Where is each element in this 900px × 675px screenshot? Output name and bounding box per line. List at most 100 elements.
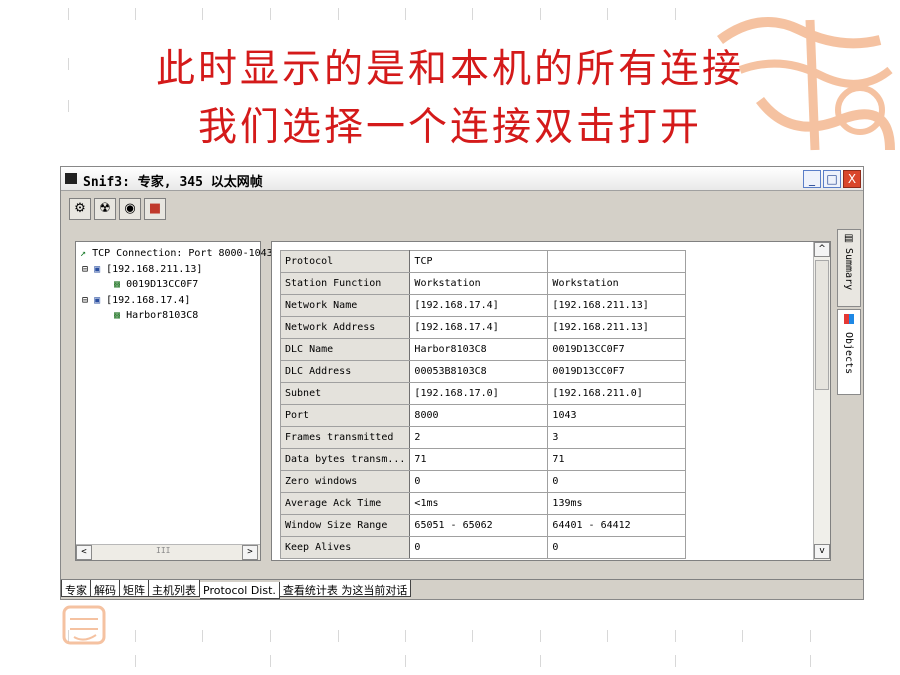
details-value-station-a: <1ms (409, 492, 549, 515)
details-row[interactable]: DLC Address 00053B8103C8 0019D13CC0F7 (279, 360, 687, 383)
app-icon (65, 173, 77, 184)
details-value-station-a: 65051 - 65062 (409, 514, 549, 537)
computer-icon: ▣ (94, 264, 101, 275)
details-value-station-b: Workstation (547, 272, 687, 295)
details-row-label: Average Ack Time (279, 492, 411, 515)
tree-leaf-host-1[interactable]: ▩ 0019D13CC0F7 (114, 279, 198, 290)
details-value-station-b: [192.168.211.13] (547, 294, 687, 317)
tree-root-label: TCP Connection: Port 8000-1043 (92, 248, 273, 259)
tab-statistics[interactable]: 查看统计表 为这当前对话 (279, 580, 412, 597)
details-vertical-scrollbar[interactable]: ^ v (813, 242, 830, 560)
details-value-station-b: 0019D13CC0F7 (547, 360, 687, 383)
details-value-station-b: 64401 - 64412 (547, 514, 687, 537)
minimize-button[interactable]: _ (803, 170, 821, 188)
details-row[interactable]: Network Name [192.168.17.4] [192.168.211.1… (279, 294, 687, 317)
tab-summary[interactable]: ▤ Summary (837, 229, 861, 307)
details-row-label: Zero windows (279, 470, 411, 493)
scroll-right-button[interactable]: > (242, 545, 258, 560)
tab-expert[interactable]: 专家 (61, 580, 91, 597)
details-row-label: Network Name (279, 294, 411, 317)
details-row[interactable]: Subnet [192.168.17.0] [192.168.211.0] (279, 382, 687, 405)
details-row-label: Port (279, 404, 411, 427)
details-row[interactable]: Network Address [192.168.17.4] [192.168.21… (279, 316, 687, 339)
details-row[interactable]: Window Size Range 65051 - 65062 64401 - 64… (279, 514, 687, 537)
details-row[interactable]: Frames transmitted 2 3 (279, 426, 687, 449)
details-row[interactable]: Protocol TCP (279, 250, 687, 273)
details-value-station-a: 0 (409, 470, 549, 493)
connection-icon: ↗ (80, 248, 87, 259)
export-icon[interactable]: ■ (144, 198, 166, 220)
window-titlebar[interactable]: Snif3: 专家, 345 以太网帧 _ □ X (61, 167, 863, 191)
details-value-station-b: [192.168.211.0] (547, 382, 687, 405)
details-row-label: Protocol (279, 250, 411, 273)
details-row[interactable]: Port 8000 1043 (279, 404, 687, 427)
close-button[interactable]: X (843, 170, 861, 188)
decorative-seal-bottom-left (62, 605, 106, 649)
details-row[interactable]: Data bytes transm... 71 71 (279, 448, 687, 471)
details-row[interactable]: DLC Name Harbor8103C8 0019D13CC0F7 (279, 338, 687, 361)
details-value-station-a: 2 (409, 426, 549, 449)
details-row-label: Network Address (279, 316, 411, 339)
scroll-down-button[interactable]: v (814, 544, 830, 559)
toolbar: ⚙ ☢ ◉ ■ (69, 197, 169, 221)
bottom-tabs: 专家 解码 矩阵 主机列表 Protocol Dist. 查看统计表 为这当前对话 (61, 579, 863, 599)
details-row-label: Window Size Range (279, 514, 411, 537)
scroll-thumb-grip[interactable]: III (156, 546, 170, 555)
details-value-station-a: 0 (409, 536, 549, 559)
details-value-station-a: 00053B8103C8 (409, 360, 549, 383)
collapse-icon[interactable]: ⊟ (82, 264, 88, 275)
details-value-station-a: Workstation (409, 272, 549, 295)
details-row[interactable]: Station Function Workstation Workstation (279, 272, 687, 295)
tree-leaf-host-1-label: 0019D13CC0F7 (126, 279, 199, 290)
scroll-thumb[interactable] (815, 260, 829, 390)
tab-objects[interactable]: Objects (837, 309, 861, 395)
side-tabs: ▤ Summary Objects (837, 229, 863, 405)
tree-root[interactable]: ↗ TCP Connection: Port 8000-1043 (80, 248, 273, 259)
details-row[interactable]: Zero windows 0 0 (279, 470, 687, 493)
network-card-icon: ▩ (114, 279, 121, 290)
tab-host-list[interactable]: 主机列表 (149, 580, 200, 597)
expert-icon[interactable]: ⚙ (69, 198, 91, 220)
tab-decode[interactable]: 解码 (91, 580, 120, 597)
details-value-station-b: 71 (547, 448, 687, 471)
filter-icon[interactable]: ☢ (94, 198, 116, 220)
details-value-station-b: 3 (547, 426, 687, 449)
slide-title-line-1: 此时显示的是和本机的所有连接 (155, 47, 744, 92)
details-value-station-a: Harbor8103C8 (409, 338, 549, 361)
details-row[interactable]: Average Ack Time <1ms 139ms (279, 492, 687, 515)
details-row[interactable]: Keep Alives 0 0 (279, 536, 687, 559)
tree-horizontal-scrollbar[interactable]: < III > (76, 544, 260, 560)
tree-node-host-2[interactable]: ⊟ ▣ [192.168.17.4] (82, 295, 190, 306)
capture-icon[interactable]: ◉ (119, 198, 141, 220)
maximize-button[interactable]: □ (823, 170, 841, 188)
tree-node-host-1-label: [192.168.211.13] (106, 264, 203, 275)
connection-details-panel: Protocol TCP Station Function Workstation Wo… (271, 241, 831, 561)
details-row-label: Station Function (279, 272, 411, 295)
tree-node-host-1[interactable]: ⊟ ▣ [192.168.211.13] (82, 264, 202, 275)
network-card-icon: ▩ (114, 310, 121, 321)
window-title: Snif3: 专家, 345 以太网帧 (83, 175, 263, 190)
details-value-station-b: [192.168.211.13] (547, 316, 687, 339)
details-row-label: Frames transmitted (279, 426, 411, 449)
tab-protocol-dist[interactable]: Protocol Dist. (200, 582, 280, 599)
scroll-up-button[interactable]: ^ (814, 242, 830, 257)
details-value-station-b (547, 250, 687, 273)
details-value-station-a: 71 (409, 448, 549, 471)
tree-leaf-host-2[interactable]: ▩ Harbor8103C8 (114, 310, 198, 321)
computer-icon: ▣ (94, 295, 101, 306)
connection-tree[interactable]: ↗ TCP Connection: Port 8000-1043 ⊟ ▣ [19… (75, 241, 273, 561)
details-value-station-b: 0 (547, 536, 687, 559)
details-value-station-a: TCP (409, 250, 549, 273)
slide-title-line-2: 我们选择一个连接双击打开 (197, 105, 702, 150)
details-value-station-b: 139ms (547, 492, 687, 515)
sniffer-window: Snif3: 专家, 345 以太网帧 _ □ X ⚙ ☢ ◉ ■ ↗ TCP Con… (60, 166, 864, 600)
tree-node-host-2-label: [192.168.17.4] (106, 295, 191, 306)
scroll-left-button[interactable]: < (76, 545, 92, 560)
tab-matrix[interactable]: 矩阵 (120, 580, 149, 597)
details-value-station-a: 8000 (409, 404, 549, 427)
objects-icon (844, 314, 854, 324)
tab-summary-label: Summary (843, 248, 854, 291)
collapse-icon[interactable]: ⊟ (82, 295, 88, 306)
details-table: Protocol TCP Station Function Workstation Wo… (279, 250, 687, 559)
details-value-station-a: [192.168.17.4] (409, 294, 549, 317)
